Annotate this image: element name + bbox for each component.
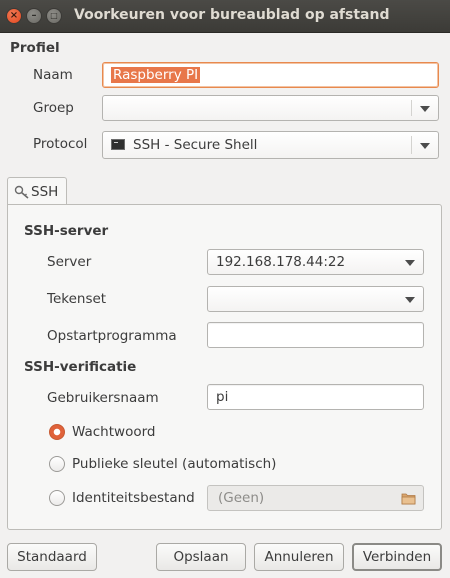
chevron-down-icon	[405, 260, 415, 266]
close-icon: ×	[9, 10, 19, 21]
minimize-icon: –	[31, 10, 37, 21]
charset-label: Tekenset	[47, 291, 107, 307]
radio-password-label[interactable]: Wachtwoord	[72, 424, 155, 440]
folder-icon	[401, 493, 416, 505]
minimize-window-button[interactable]: –	[26, 8, 42, 24]
username-field[interactable]: pi	[207, 384, 424, 410]
default-button[interactable]: Standaard	[7, 543, 97, 571]
protocol-combo[interactable]: SSH - Secure Shell	[102, 131, 439, 159]
name-field-value: Raspberry PI	[111, 67, 201, 83]
maximize-icon: □	[50, 11, 58, 20]
group-combo[interactable]	[102, 95, 439, 121]
server-combo-value: 192.168.178.44:22	[216, 254, 346, 270]
radio-identity-file[interactable]	[49, 490, 65, 506]
startup-label: Opstartprogramma	[47, 328, 177, 344]
group-label: Groep	[33, 100, 74, 116]
connect-button[interactable]: Verbinden	[352, 543, 442, 571]
chevron-down-icon	[420, 106, 430, 112]
title-bar: × – □ Voorkeuren voor bureaublad op afst…	[0, 0, 450, 33]
radio-password[interactable]	[49, 424, 65, 440]
radio-identity-file-label[interactable]: Identiteitsbestand	[72, 490, 195, 506]
identity-file-chooser[interactable]: (Geen)	[207, 485, 424, 511]
name-field[interactable]: Raspberry PI	[102, 62, 439, 88]
protocol-combo-value: SSH - Secure Shell	[133, 137, 258, 153]
protocol-label: Protocol	[33, 136, 88, 152]
tab-ssh-label: SSH	[31, 183, 59, 200]
ssh-server-heading: SSH-server	[24, 223, 109, 239]
tab-ssh[interactable]: SSH	[7, 177, 67, 205]
chevron-down-icon	[420, 143, 430, 149]
charset-combo[interactable]	[207, 286, 424, 312]
key-icon	[14, 185, 29, 199]
name-label: Naam	[33, 67, 73, 83]
terminal-icon	[111, 139, 125, 150]
radio-public-key[interactable]	[49, 456, 65, 472]
radio-public-key-label[interactable]: Publieke sleutel (automatisch)	[72, 456, 276, 472]
combo-separator	[411, 136, 412, 154]
ssh-auth-heading: SSH-verificatie	[24, 359, 137, 375]
maximize-window-button[interactable]: □	[46, 8, 62, 24]
server-label: Server	[47, 254, 92, 270]
identity-file-value: (Geen)	[218, 490, 265, 506]
server-combo[interactable]: 192.168.178.44:22	[207, 249, 424, 275]
close-window-button[interactable]: ×	[6, 8, 22, 24]
chevron-down-icon	[405, 297, 415, 303]
combo-separator	[411, 100, 412, 116]
cancel-button[interactable]: Annuleren	[254, 543, 344, 571]
profile-heading: Profiel	[10, 40, 60, 56]
username-label: Gebruikersnaam	[47, 390, 159, 406]
username-value: pi	[216, 389, 229, 405]
save-button[interactable]: Opslaan	[156, 543, 246, 571]
startup-program-field[interactable]	[207, 322, 424, 348]
window-title: Voorkeuren voor bureaublad op afstand	[74, 7, 390, 23]
